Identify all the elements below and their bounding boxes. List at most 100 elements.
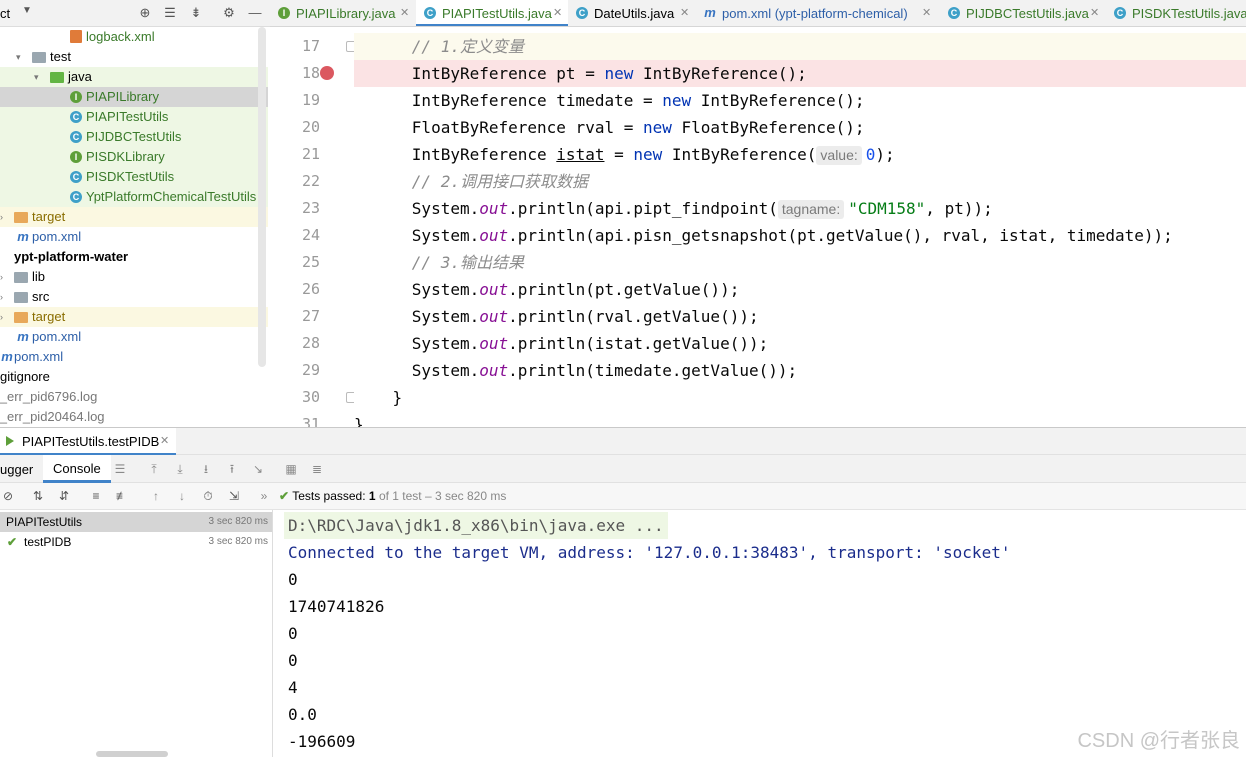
tab-dateutils[interactable]: C DateUtils.java ✕ bbox=[568, 0, 696, 26]
code-token: = bbox=[604, 145, 634, 164]
evaluate-icon[interactable]: ▦ bbox=[283, 461, 299, 477]
keyword: new bbox=[604, 64, 634, 83]
tree-item-target[interactable]: › target bbox=[0, 307, 268, 327]
class-icon: C bbox=[576, 7, 588, 19]
folder-icon bbox=[14, 272, 28, 283]
export-icon[interactable]: ⇲ bbox=[226, 488, 242, 504]
sort-duration-icon[interactable]: ⇵ bbox=[56, 488, 72, 504]
tree-item-pom-xml[interactable]: m pom.xml bbox=[0, 227, 268, 247]
tree-item-gitignore[interactable]: gitignore bbox=[0, 367, 268, 387]
tree-item-ypt-platform-water[interactable]: ypt-platform-water bbox=[0, 247, 268, 267]
tab-piapilibrary[interactable]: I PIAPILibrary.java ✕ bbox=[270, 0, 416, 26]
console-line: 0 bbox=[288, 651, 298, 670]
test-results-tree: PIAPITestUtils 3 sec 820 ms ✔ testPIDB 3… bbox=[0, 510, 273, 757]
tree-item-log-20464[interactable]: hs_err_pid20464.log bbox=[0, 407, 268, 427]
chevron-right-icon[interactable]: › bbox=[0, 307, 3, 327]
interface-icon: I bbox=[278, 7, 290, 19]
expand-all-icon[interactable]: ≡ bbox=[88, 488, 104, 504]
trace-icon[interactable]: ≣ bbox=[309, 461, 325, 477]
editor-gutter[interactable]: 17 18 19 20 21 22 23 24 25 26 27 28 29 3… bbox=[270, 27, 354, 427]
tree-item-logback-xml[interactable]: logback.xml bbox=[0, 27, 268, 47]
test-case-row[interactable]: ✔ testPIDB 3 sec 820 ms bbox=[0, 532, 272, 552]
tree-item-pisdklibrary[interactable]: I PISDKLibrary bbox=[0, 147, 268, 167]
tree-item-piapilibrary[interactable]: I PIAPILibrary bbox=[0, 87, 268, 107]
chevron-down-icon[interactable]: ▼ bbox=[22, 5, 32, 16]
horizontal-scrollbar[interactable] bbox=[96, 751, 168, 757]
tree-item-pisdktestutils[interactable]: C PISDKTestUtils bbox=[0, 167, 268, 187]
tree-item-test[interactable]: ▾ test bbox=[0, 47, 268, 67]
code-line-19: IntByReference timedate = new IntByRefer… bbox=[354, 87, 1246, 114]
tests-status: ✔ Tests passed: 1 of 1 test – 3 sec 820 … bbox=[279, 489, 506, 503]
breakpoint-icon[interactable] bbox=[320, 66, 334, 80]
tree-item-pom-xml-root[interactable]: m pom.xml bbox=[0, 347, 268, 367]
sort-alpha-icon[interactable]: ⇅ bbox=[30, 488, 46, 504]
collapse-all-icon[interactable]: ≢ bbox=[114, 488, 130, 504]
chevron-right-icon[interactable]: › bbox=[0, 287, 3, 307]
chevron-right-icon[interactable]: › bbox=[0, 207, 3, 227]
number-literal: 0 bbox=[865, 145, 876, 164]
close-icon[interactable]: ✕ bbox=[680, 0, 689, 26]
tree-item-yptplatformchemicaltestutils[interactable]: C YptPlatformChemicalTestUtils bbox=[0, 187, 268, 207]
close-icon[interactable]: ✕ bbox=[922, 0, 931, 26]
tree-item-label: hs_err_pid20464.log bbox=[0, 409, 105, 424]
gear-icon[interactable]: ⚙ bbox=[220, 4, 238, 22]
static-field: out bbox=[479, 226, 509, 245]
step-over-icon[interactable]: ⤓ bbox=[172, 461, 188, 477]
history-icon[interactable]: ⏱ bbox=[200, 488, 216, 504]
tab-pisdktestutils[interactable]: C PISDKTestUtils.java bbox=[1106, 0, 1246, 26]
expand-all-icon[interactable]: ☰ bbox=[161, 4, 179, 22]
tree-item-target[interactable]: › target bbox=[0, 207, 268, 227]
test-source-folder-icon bbox=[50, 72, 64, 83]
project-panel-title[interactable]: ct bbox=[0, 6, 10, 21]
previous-failed-icon[interactable]: ↑ bbox=[148, 488, 164, 504]
tab-run-configuration[interactable]: PIAPITestUtils.testPIDB ✕ bbox=[0, 428, 176, 455]
tree-scrollbar[interactable] bbox=[258, 27, 266, 367]
code-token: System. bbox=[411, 361, 480, 380]
test-name: PIAPITestUtils bbox=[6, 515, 83, 529]
chevron-right-icon[interactable]: › bbox=[0, 267, 3, 287]
code-token: .println(pt.getValue()); bbox=[508, 280, 740, 299]
close-icon[interactable]: ✕ bbox=[400, 0, 409, 26]
tree-item-src[interactable]: › src bbox=[0, 287, 268, 307]
close-icon[interactable]: ✕ bbox=[160, 434, 169, 447]
tab-piapitestutils[interactable]: C PIAPITestUtils.java ✕ bbox=[416, 0, 568, 26]
chevron-down-icon[interactable]: ▾ bbox=[34, 67, 39, 87]
console-output[interactable]: D:\RDC\Java\jdk1.8_x86\bin\java.exe ... … bbox=[274, 510, 1246, 757]
code-line-18: IntByReference pt = new IntByReference()… bbox=[354, 60, 1246, 87]
tab-console[interactable]: Console bbox=[43, 455, 111, 483]
step-out-icon[interactable]: ⭱ bbox=[224, 461, 240, 477]
tab-label: DateUtils.java bbox=[594, 6, 675, 21]
close-icon[interactable]: ✕ bbox=[1090, 0, 1099, 26]
tree-item-pijdbctestutils[interactable]: C PIJDBCTestUtils bbox=[0, 127, 268, 147]
tree-item-java[interactable]: ▾ java bbox=[0, 67, 268, 87]
tree-item-lib[interactable]: › lib bbox=[0, 267, 268, 287]
console-line: -196609 bbox=[288, 732, 356, 751]
menu-icon[interactable]: ☰ bbox=[112, 461, 128, 477]
chevron-down-icon[interactable]: ▾ bbox=[16, 47, 21, 67]
tree-item-pom-xml[interactable]: m pom.xml bbox=[0, 327, 268, 347]
step-into-icon[interactable]: ⭳ bbox=[198, 461, 214, 477]
close-icon[interactable]: ✕ bbox=[553, 0, 562, 26]
hide-panel-icon[interactable]: — bbox=[246, 4, 264, 22]
tab-debugger[interactable]: ugger bbox=[0, 462, 33, 477]
tab-pijdbctestutils[interactable]: C PIJDBCTestUtils.java ✕ bbox=[940, 0, 1104, 26]
tree-item-piapitestutils[interactable]: C PIAPITestUtils bbox=[0, 107, 268, 127]
more-icon[interactable]: » bbox=[256, 488, 272, 504]
parameter-hint: value: bbox=[816, 146, 862, 165]
test-runner-toolbar: ⊘ ⇅ ⇵ ≡ ≢ ↑ ↓ ⏱ ⇲ » ✔ Tests passed: 1 of… bbox=[0, 483, 1246, 510]
stop-icon[interactable]: ⊘ bbox=[0, 488, 16, 504]
test-suite-row[interactable]: PIAPITestUtils 3 sec 820 ms bbox=[0, 512, 272, 532]
locate-icon[interactable]: ⊕ bbox=[136, 4, 154, 22]
code-token: System. bbox=[411, 226, 480, 245]
run-to-cursor-icon[interactable]: ↘ bbox=[250, 461, 266, 477]
collapse-all-icon[interactable]: ⇟ bbox=[187, 4, 205, 22]
tests-summary: of 1 test – 3 sec 820 ms bbox=[378, 489, 507, 503]
tree-item-log-6796[interactable]: hs_err_pid6796.log bbox=[0, 387, 268, 407]
code-token: } bbox=[354, 415, 364, 427]
code-editor[interactable]: // 1.定义变量 IntByReference pt = new IntByR… bbox=[354, 27, 1246, 427]
folder-icon bbox=[14, 292, 28, 303]
show-execution-point-icon[interactable]: ⤒ bbox=[146, 461, 162, 477]
tab-pom-xml[interactable]: m pom.xml (ypt-platform-chemical) ✕ bbox=[696, 0, 936, 26]
maven-icon: m bbox=[17, 329, 29, 344]
next-failed-icon[interactable]: ↓ bbox=[174, 488, 190, 504]
